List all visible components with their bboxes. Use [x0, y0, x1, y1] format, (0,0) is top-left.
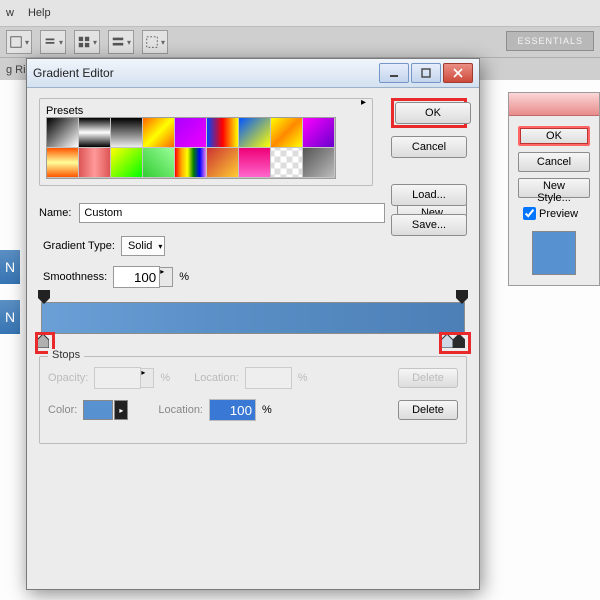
gradient-ramp-area — [41, 302, 465, 334]
presets-grid — [46, 117, 336, 179]
dialog-button-column: OK Cancel Load... Save... — [391, 98, 467, 244]
load-button[interactable]: Load... — [391, 184, 467, 206]
stops-group: Stops Opacity: ▸ % Location: % Delete Co… — [39, 356, 467, 444]
preset-swatch-5[interactable] — [207, 118, 239, 148]
preset-swatch-15[interactable] — [239, 148, 271, 178]
titlebar[interactable]: Gradient Editor — [27, 59, 479, 88]
toolbar: ESSENTIALS — [0, 27, 600, 58]
dialog-title: Gradient Editor — [33, 66, 379, 80]
secondary-ok-button[interactable]: OK — [518, 126, 590, 146]
color-swatch[interactable] — [83, 400, 113, 420]
presets-legend: Presets — [46, 105, 83, 117]
opacity-stop-row: Opacity: ▸ % Location: % Delete — [48, 367, 458, 389]
minimize-button[interactable] — [379, 63, 409, 83]
preset-swatch-12[interactable] — [143, 148, 175, 178]
preset-swatch-0[interactable] — [47, 118, 79, 148]
preview-label: Preview — [539, 208, 578, 220]
name-label: Name: — [39, 207, 71, 219]
opacity-stop-left[interactable] — [38, 290, 50, 304]
stops-legend: Stops — [48, 349, 84, 361]
preset-swatch-8[interactable] — [303, 118, 335, 148]
preview-checkbox[interactable] — [523, 207, 536, 220]
gradient-editor-dialog: Gradient Editor OK Cancel Load... Save..… — [26, 58, 480, 590]
preset-swatch-3[interactable] — [143, 118, 175, 148]
gradient-type-label: Gradient Type: — [43, 240, 115, 252]
opacity-input — [94, 367, 141, 389]
color-delete-button[interactable]: Delete — [398, 400, 458, 420]
opacity-location-input — [245, 367, 292, 389]
smoothness-input[interactable] — [113, 266, 160, 288]
preset-swatch-4[interactable] — [175, 118, 207, 148]
menu-view[interactable]: w — [6, 7, 14, 19]
preset-swatch-13[interactable] — [175, 148, 207, 178]
cancel-button[interactable]: Cancel — [391, 136, 467, 158]
menu-help[interactable]: Help — [28, 7, 51, 19]
menubar: w Help — [0, 0, 600, 27]
color-location-input[interactable] — [209, 399, 256, 421]
tool-icon-1[interactable] — [6, 30, 32, 54]
preset-swatch-2[interactable] — [111, 118, 143, 148]
close-button[interactable] — [443, 63, 473, 83]
preset-swatch-16[interactable] — [271, 148, 303, 178]
side-panel-tab-1[interactable]: N — [0, 250, 20, 284]
tool-icon-4[interactable] — [108, 30, 134, 54]
preset-swatch-11[interactable] — [111, 148, 143, 178]
ok-highlight: OK — [391, 98, 467, 128]
opacity-spinner: ▸ — [140, 368, 154, 388]
preset-swatch-14[interactable] — [207, 148, 239, 178]
preset-swatch-17[interactable] — [303, 148, 335, 178]
color-stop-right-group[interactable] — [441, 334, 469, 352]
side-panel-tab-2[interactable]: N — [0, 300, 20, 334]
secondary-dialog: OK Cancel New Style... Preview — [508, 92, 600, 286]
secondary-cancel-button[interactable]: Cancel — [518, 152, 590, 172]
preset-swatch-10[interactable] — [79, 148, 111, 178]
smoothness-label: Smoothness: — [43, 271, 107, 283]
secondary-titlebar[interactable] — [509, 93, 599, 116]
color-location-unit: % — [262, 404, 272, 416]
color-swatch-dropdown[interactable]: ▸ — [114, 400, 128, 420]
tool-icon-2[interactable] — [40, 30, 66, 54]
smoothness-unit: % — [179, 271, 189, 283]
presets-flyout-icon[interactable]: ▸ — [361, 97, 366, 108]
smoothness-row: Smoothness: ▸ % — [43, 266, 467, 288]
workspace-essentials[interactable]: ESSENTIALS — [506, 31, 594, 51]
preset-swatch-6[interactable] — [239, 118, 271, 148]
maximize-button[interactable] — [411, 63, 441, 83]
opacity-stop-right[interactable] — [456, 290, 468, 304]
presets-group: Presets ▸ — [39, 98, 373, 186]
preview-swatch — [532, 231, 576, 275]
tool-icon-5[interactable] — [142, 30, 168, 54]
opacity-location-unit: % — [298, 372, 308, 384]
color-stop-row: Color: ▸ Location: % Delete — [48, 399, 458, 421]
opacity-location-label: Location: — [194, 372, 239, 384]
preset-swatch-7[interactable] — [271, 118, 303, 148]
ok-button[interactable]: OK — [395, 102, 471, 124]
color-location-label: Location: — [158, 404, 203, 416]
name-input[interactable] — [79, 203, 385, 223]
gradient-ramp[interactable] — [41, 302, 465, 334]
preset-swatch-1[interactable] — [79, 118, 111, 148]
color-label: Color: — [48, 404, 77, 416]
preset-swatch-9[interactable] — [47, 148, 79, 178]
gradient-type-select[interactable]: Solid — [121, 236, 165, 256]
opacity-delete-button: Delete — [398, 368, 458, 388]
opacity-unit: % — [160, 372, 170, 384]
smoothness-spinner[interactable]: ▸ — [159, 267, 173, 287]
tool-icon-3[interactable] — [74, 30, 100, 54]
save-button[interactable]: Save... — [391, 214, 467, 236]
opacity-label: Opacity: — [48, 372, 88, 384]
secondary-new-style-button[interactable]: New Style... — [518, 178, 590, 198]
